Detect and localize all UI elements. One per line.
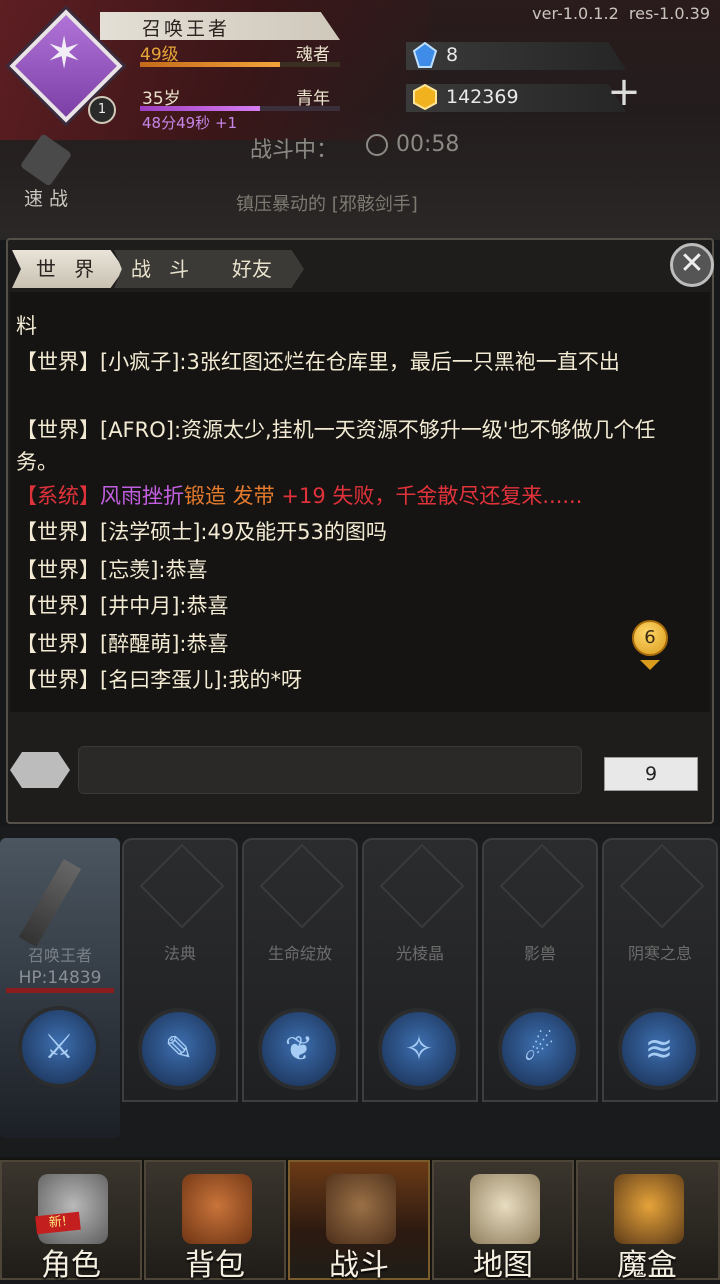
emblem-icon <box>259 843 345 929</box>
player-name: 召唤王者 <box>142 18 231 40</box>
unread-indicator[interactable]: 6 <box>630 620 670 674</box>
chat-message: 【世界】[小疯子]:3张红图还烂在仓库里，最后一只黑袍一直不出 <box>16 350 620 374</box>
gem-icon <box>412 42 438 68</box>
beam-icon[interactable]: ✧ <box>378 1008 460 1090</box>
nav-label: 战斗 <box>329 1248 389 1283</box>
close-icon[interactable]: ✕ <box>670 243 714 287</box>
leaf-icon[interactable]: ❦ <box>258 1008 340 1090</box>
skill-label: 光棱晶 <box>395 944 444 963</box>
xp-bar-fill <box>140 62 280 67</box>
hp-bar <box>6 988 114 993</box>
skill-label: 影兽 <box>523 944 556 963</box>
tab-world[interactable]: 世 界 <box>12 250 124 288</box>
chat-message-system: 【系统】风雨挫折锻造 发带 +19 失败，千金散尽还复来...... <box>16 484 583 508</box>
fast-battle-label: 速 战 <box>23 188 69 210</box>
wave-icon[interactable]: ≋ <box>618 1008 700 1090</box>
summoner-name: 召唤王者 <box>27 946 92 965</box>
unread-count: 6 <box>632 620 668 656</box>
message-remaining-count: 9 <box>604 757 698 791</box>
magic-box-icon <box>614 1174 684 1244</box>
nav-battle[interactable]: 战斗 <box>288 1160 430 1283</box>
age-bar <box>140 106 340 111</box>
nav-label: 魔盒 <box>617 1248 677 1283</box>
skill-slot-frost-breath[interactable]: 阴寒之息 ≋ <box>602 838 718 1102</box>
claw-icon: ✶ <box>45 28 83 79</box>
summoner-hp: HP:14839 <box>18 968 102 988</box>
chat-message: 【世界】[AFRO]:资源太少,挂机一天资源不够升一级'也不够做几个任务。 <box>16 418 656 474</box>
scroll-icon <box>470 1174 540 1244</box>
tab-friends[interactable]: 好友 <box>200 250 304 288</box>
skill-slot-shadow-beast[interactable]: 影兽 ☄ <box>482 838 598 1102</box>
version-label: ver-1.0.1.2 res-1.0.39 <box>532 4 710 23</box>
battle-status-label: 战斗中： <box>250 138 339 163</box>
emblem-icon <box>379 843 465 929</box>
chat-message: 【世界】[名曰李蛋儿]:我的*呀 <box>16 668 302 692</box>
book-skill-icon[interactable]: ✎ <box>138 1008 220 1090</box>
nav-label: 角色 <box>41 1248 101 1283</box>
avatar-badge: 1 <box>88 96 116 124</box>
nav-label: 背包 <box>185 1248 245 1283</box>
skill-slot-life-bloom[interactable]: 生命绽放 ❦ <box>242 838 358 1102</box>
age-timer: 48分49秒 +1 <box>142 114 238 132</box>
sword-shield-icon <box>326 1174 396 1244</box>
skill-label: 阴寒之息 <box>627 944 692 963</box>
chat-message: 【世界】[法学硕士]:49及能开53的图吗 <box>16 520 387 544</box>
nav-backpack[interactable]: 背包 <box>144 1160 286 1283</box>
add-resource-button[interactable]: + <box>604 72 644 112</box>
emblem-icon <box>619 843 705 929</box>
battle-objective: 镇压暴动的 [邪骸剑手] <box>236 194 418 215</box>
clock-icon <box>366 134 388 156</box>
chat-message: 【世界】[井中月]:恭喜 <box>16 594 229 618</box>
chat-messages[interactable]: 料 【世界】[小疯子]:3张红图还烂在仓库里，最后一只黑袍一直不出 【世界】[A… <box>10 292 710 712</box>
skill-slot-prism[interactable]: 光棱晶 ✧ <box>362 838 478 1102</box>
nav-label: 地图 <box>473 1248 533 1283</box>
nav-character[interactable]: 新! 角色 <box>0 1160 142 1283</box>
summoner-card[interactable]: 召唤王者 HP:14839 ⚔ <box>0 838 120 1138</box>
beast-icon[interactable]: ☄ <box>498 1008 580 1090</box>
scroll-down-icon <box>640 660 660 670</box>
chat-input[interactable] <box>78 746 582 794</box>
backpack-icon <box>182 1174 252 1244</box>
sword-icon <box>18 859 82 947</box>
attack-skill-icon[interactable]: ⚔ <box>18 1006 100 1088</box>
battle-timer: 00:58 <box>396 132 460 157</box>
age-bar-fill <box>140 106 260 111</box>
book-icon <box>139 843 225 929</box>
skill-label: 生命绽放 <box>267 944 332 963</box>
fast-battle-icon <box>19 133 73 187</box>
nav-magic-box[interactable]: 魔盒 <box>576 1160 720 1283</box>
fast-battle-button[interactable]: 速 战 <box>14 133 78 210</box>
xp-bar <box>140 62 340 67</box>
emoji-button[interactable] <box>10 752 70 788</box>
skill-slot-codex[interactable]: 法典 ✎ <box>122 838 238 1102</box>
gold-count: 142369 <box>446 86 519 108</box>
chat-message-partial: 料 <box>16 314 37 338</box>
helmet-icon <box>38 1174 108 1244</box>
skill-label: 法典 <box>163 944 196 963</box>
tab-battle[interactable]: 战 斗 <box>114 250 212 288</box>
gem-resource-box <box>406 42 626 70</box>
chat-message: 【世界】[醉醒萌]:恭喜 <box>16 632 229 656</box>
chat-message: 【世界】[忘羡]:恭喜 <box>16 558 208 582</box>
gold-gem-icon <box>413 84 437 110</box>
nav-map[interactable]: 地图 <box>432 1160 574 1283</box>
emblem-icon <box>499 843 585 929</box>
gem-count: 8 <box>446 44 459 66</box>
